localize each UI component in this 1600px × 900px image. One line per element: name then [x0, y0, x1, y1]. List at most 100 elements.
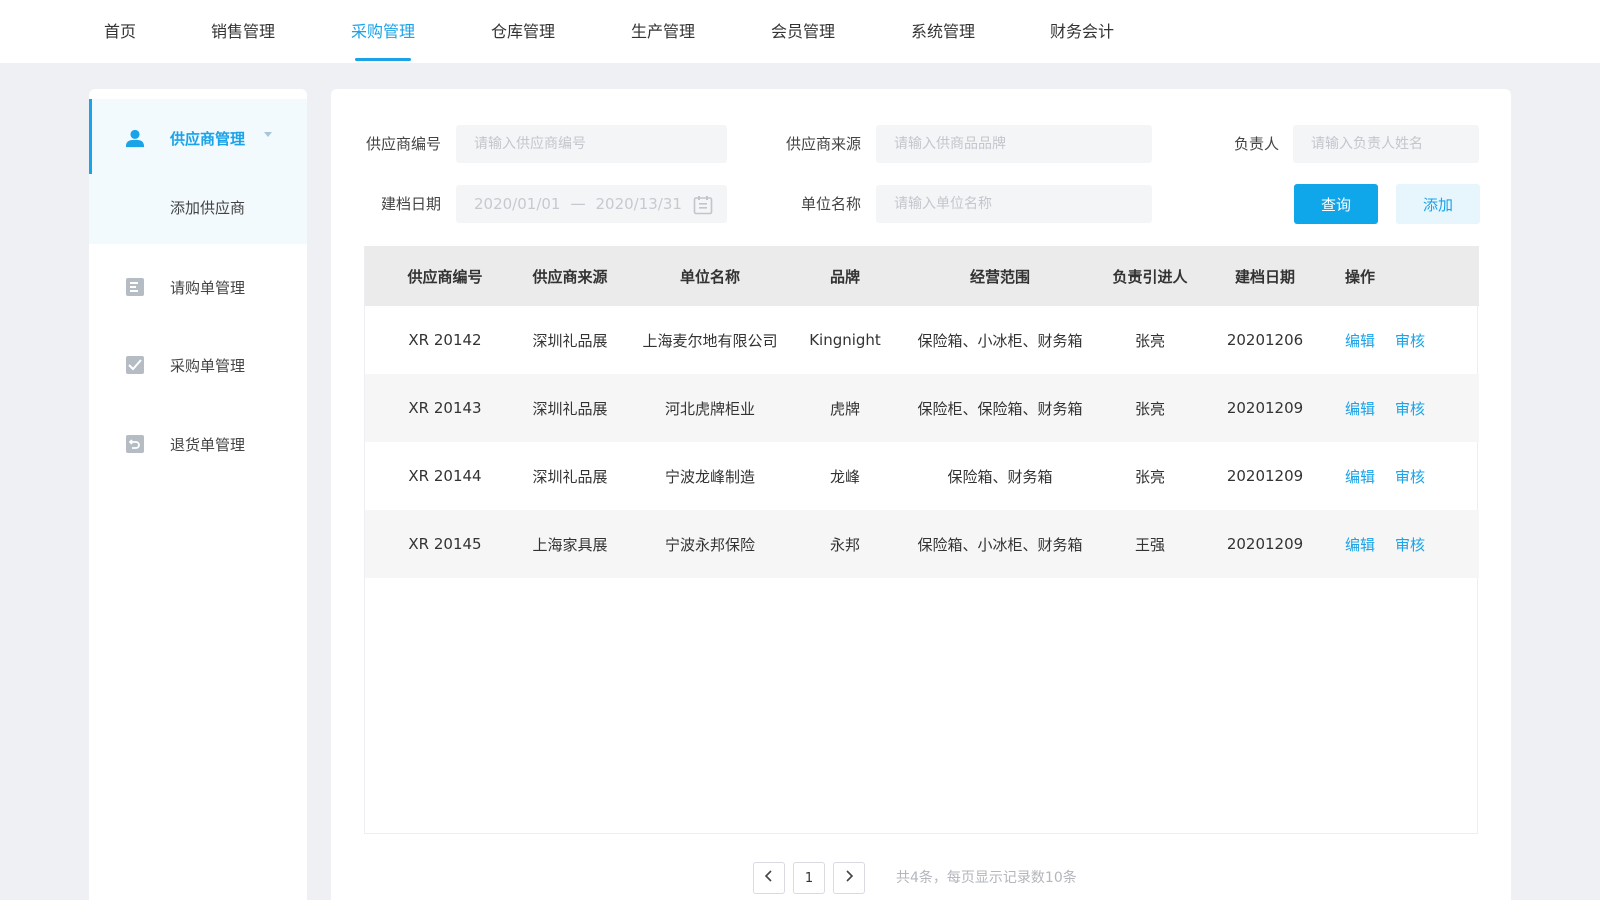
cell-owner: 张亮	[1134, 331, 1165, 350]
sidebar: 供应商管理 添加供应商 请购单管理 采购单管理 退货单管理	[89, 89, 307, 900]
cell-create-date: 20201209	[1226, 467, 1304, 485]
sidebar-item-label: 请购单管理	[170, 278, 246, 297]
sidebar-item-purchase-order[interactable]: 采购单管理	[89, 343, 307, 387]
pagination-summary: 共4条，每页显示记录数10条	[896, 870, 1077, 886]
nav-item-purchasing[interactable]: 采购管理	[351, 0, 415, 63]
column-header: 操作	[1344, 267, 1375, 286]
cell-supplier-source: 深圳礼品展	[532, 399, 608, 418]
edit-link[interactable]: 编辑	[1345, 466, 1375, 487]
cell-owner: 张亮	[1134, 399, 1165, 418]
cell-supplier-source: 上海家具展	[532, 535, 608, 554]
unit-name-input[interactable]	[876, 185, 1152, 223]
sidebar-item-label: 采购单管理	[170, 356, 246, 375]
review-link[interactable]: 审核	[1395, 330, 1425, 351]
column-header: 供应商来源	[532, 267, 608, 286]
table-header: 供应商编号 供应商来源 单位名称 品牌 经营范围 负责引进人 建档日期 操作	[365, 246, 1479, 306]
sidebar-item-label: 退货单管理	[170, 435, 246, 454]
cell-supplier-source: 深圳礼品展	[532, 331, 608, 350]
supplier-code-input[interactable]	[456, 125, 727, 163]
chevron-down-icon	[264, 132, 272, 137]
cell-create-date: 20201209	[1226, 535, 1304, 553]
table-row: XR 20144 深圳礼品展 宁波龙峰制造 龙峰 保险箱、财务箱 张亮 2020…	[365, 442, 1479, 510]
supplier-table: 供应商编号 供应商来源 单位名称 品牌 经营范围 负责引进人 建档日期 操作 X…	[364, 246, 1479, 834]
cell-review: 审核	[1380, 510, 1440, 578]
review-link[interactable]: 审核	[1395, 466, 1425, 487]
column-header: 负责引进人	[1112, 267, 1188, 286]
main-panel: 供应商编号 供应商来源 负责人 建档日期 2020/01/01 一 2020/1…	[331, 89, 1511, 900]
cell-supplier-code: XR 20144	[408, 467, 482, 485]
cell-unit-name: 上海麦尔地有限公司	[642, 331, 778, 350]
sidebar-item-label: 供应商管理	[170, 129, 246, 148]
cell-business-scope: 保险柜、保险箱、财务箱	[917, 399, 1083, 418]
sidebar-item-return[interactable]: 退货单管理	[89, 422, 307, 466]
nav-item-sales[interactable]: 销售管理	[211, 0, 275, 63]
date-end: 2020/13/31	[595, 195, 682, 213]
cell-unit-name: 宁波永邦保险	[664, 535, 755, 554]
edit-link[interactable]: 编辑	[1345, 398, 1375, 419]
nav-item-warehouse[interactable]: 仓库管理	[491, 0, 555, 63]
query-button[interactable]: 查询	[1294, 184, 1378, 224]
review-link[interactable]: 审核	[1395, 398, 1425, 419]
date-separator: 一	[570, 195, 586, 214]
nav-item-production[interactable]: 生产管理	[631, 0, 695, 63]
supplier-source-label: 供应商来源	[785, 135, 861, 153]
user-icon	[125, 128, 145, 148]
cell-create-date: 20201209	[1226, 399, 1304, 417]
nav-item-purchasing-label: 采购管理	[351, 22, 416, 41]
cell-business-scope: 保险箱、小冰柜、财务箱	[917, 535, 1083, 554]
supplier-source-input[interactable]	[876, 125, 1152, 163]
chevron-right-icon	[844, 870, 854, 886]
chevron-left-icon	[764, 870, 774, 886]
column-header: 建档日期	[1234, 267, 1295, 286]
date-start: 2020/01/01	[474, 195, 561, 213]
cell-brand: 龙峰	[829, 467, 860, 486]
cell-unit-name: 宁波龙峰制造	[664, 467, 755, 486]
table-row: XR 20143 深圳礼品展 河北虎牌柜业 虎牌 保险柜、保险箱、财务箱 张亮 …	[365, 374, 1479, 442]
column-header: 经营范围	[969, 267, 1030, 286]
cell-review: 审核	[1380, 442, 1440, 510]
prev-page-button[interactable]	[753, 862, 785, 894]
sidebar-subitem-add-supplier[interactable]: 添加供应商	[89, 185, 307, 229]
top-nav: 首页 销售管理 采购管理 仓库管理 生产管理 会员管理 系统管理 财务会计	[0, 0, 1600, 63]
cell-create-date: 20201206	[1226, 331, 1304, 349]
nav-item-home[interactable]: 首页	[104, 0, 136, 63]
cell-brand: Kingnight	[809, 331, 881, 349]
column-header: 单位名称	[679, 267, 740, 286]
owner-input[interactable]	[1293, 125, 1479, 163]
add-button[interactable]: 添加	[1396, 184, 1480, 224]
column-header: 供应商编号	[407, 267, 483, 286]
cell-supplier-source: 深圳礼品展	[532, 467, 608, 486]
owner-label: 负责人	[1233, 135, 1279, 153]
requisition-icon	[125, 277, 145, 297]
sidebar-item-supplier-mgmt[interactable]: 供应商管理	[89, 116, 307, 160]
page-number-button[interactable]: 1	[793, 862, 825, 894]
create-date-label: 建档日期	[380, 195, 441, 213]
sidebar-group-supplier: 供应商管理 添加供应商	[89, 99, 307, 244]
calendar-icon[interactable]	[693, 195, 713, 219]
table-row: XR 20142 深圳礼品展 上海麦尔地有限公司 Kingnight 保险箱、小…	[365, 306, 1479, 374]
sidebar-item-requisition[interactable]: 请购单管理	[89, 265, 307, 309]
purchase-order-icon	[125, 355, 145, 375]
nav-item-members[interactable]: 会员管理	[771, 0, 835, 63]
sidebar-subitem-label: 添加供应商	[170, 198, 246, 217]
return-icon	[125, 434, 145, 454]
cell-business-scope: 保险箱、小冰柜、财务箱	[917, 331, 1083, 350]
cell-supplier-code: XR 20145	[408, 535, 482, 553]
table-row: XR 20145 上海家具展 宁波永邦保险 永邦 保险箱、小冰柜、财务箱 王强 …	[365, 510, 1479, 578]
edit-link[interactable]: 编辑	[1345, 330, 1375, 351]
next-page-button[interactable]	[833, 862, 865, 894]
cell-unit-name: 河北虎牌柜业	[664, 399, 755, 418]
cell-brand: 虎牌	[829, 399, 860, 418]
nav-item-system[interactable]: 系统管理	[911, 0, 975, 63]
cell-supplier-code: XR 20142	[408, 331, 482, 349]
cell-owner: 张亮	[1134, 467, 1165, 486]
create-date-range-picker[interactable]: 2020/01/01 一 2020/13/31	[456, 185, 727, 223]
review-link[interactable]: 审核	[1395, 534, 1425, 555]
unit-name-label: 单位名称	[800, 195, 861, 213]
cell-business-scope: 保险箱、财务箱	[947, 467, 1053, 486]
cell-review: 审核	[1380, 374, 1440, 442]
nav-item-finance[interactable]: 财务会计	[1050, 0, 1114, 63]
cell-review: 审核	[1380, 306, 1440, 374]
supplier-code-label: 供应商编号	[365, 135, 441, 153]
edit-link[interactable]: 编辑	[1345, 534, 1375, 555]
